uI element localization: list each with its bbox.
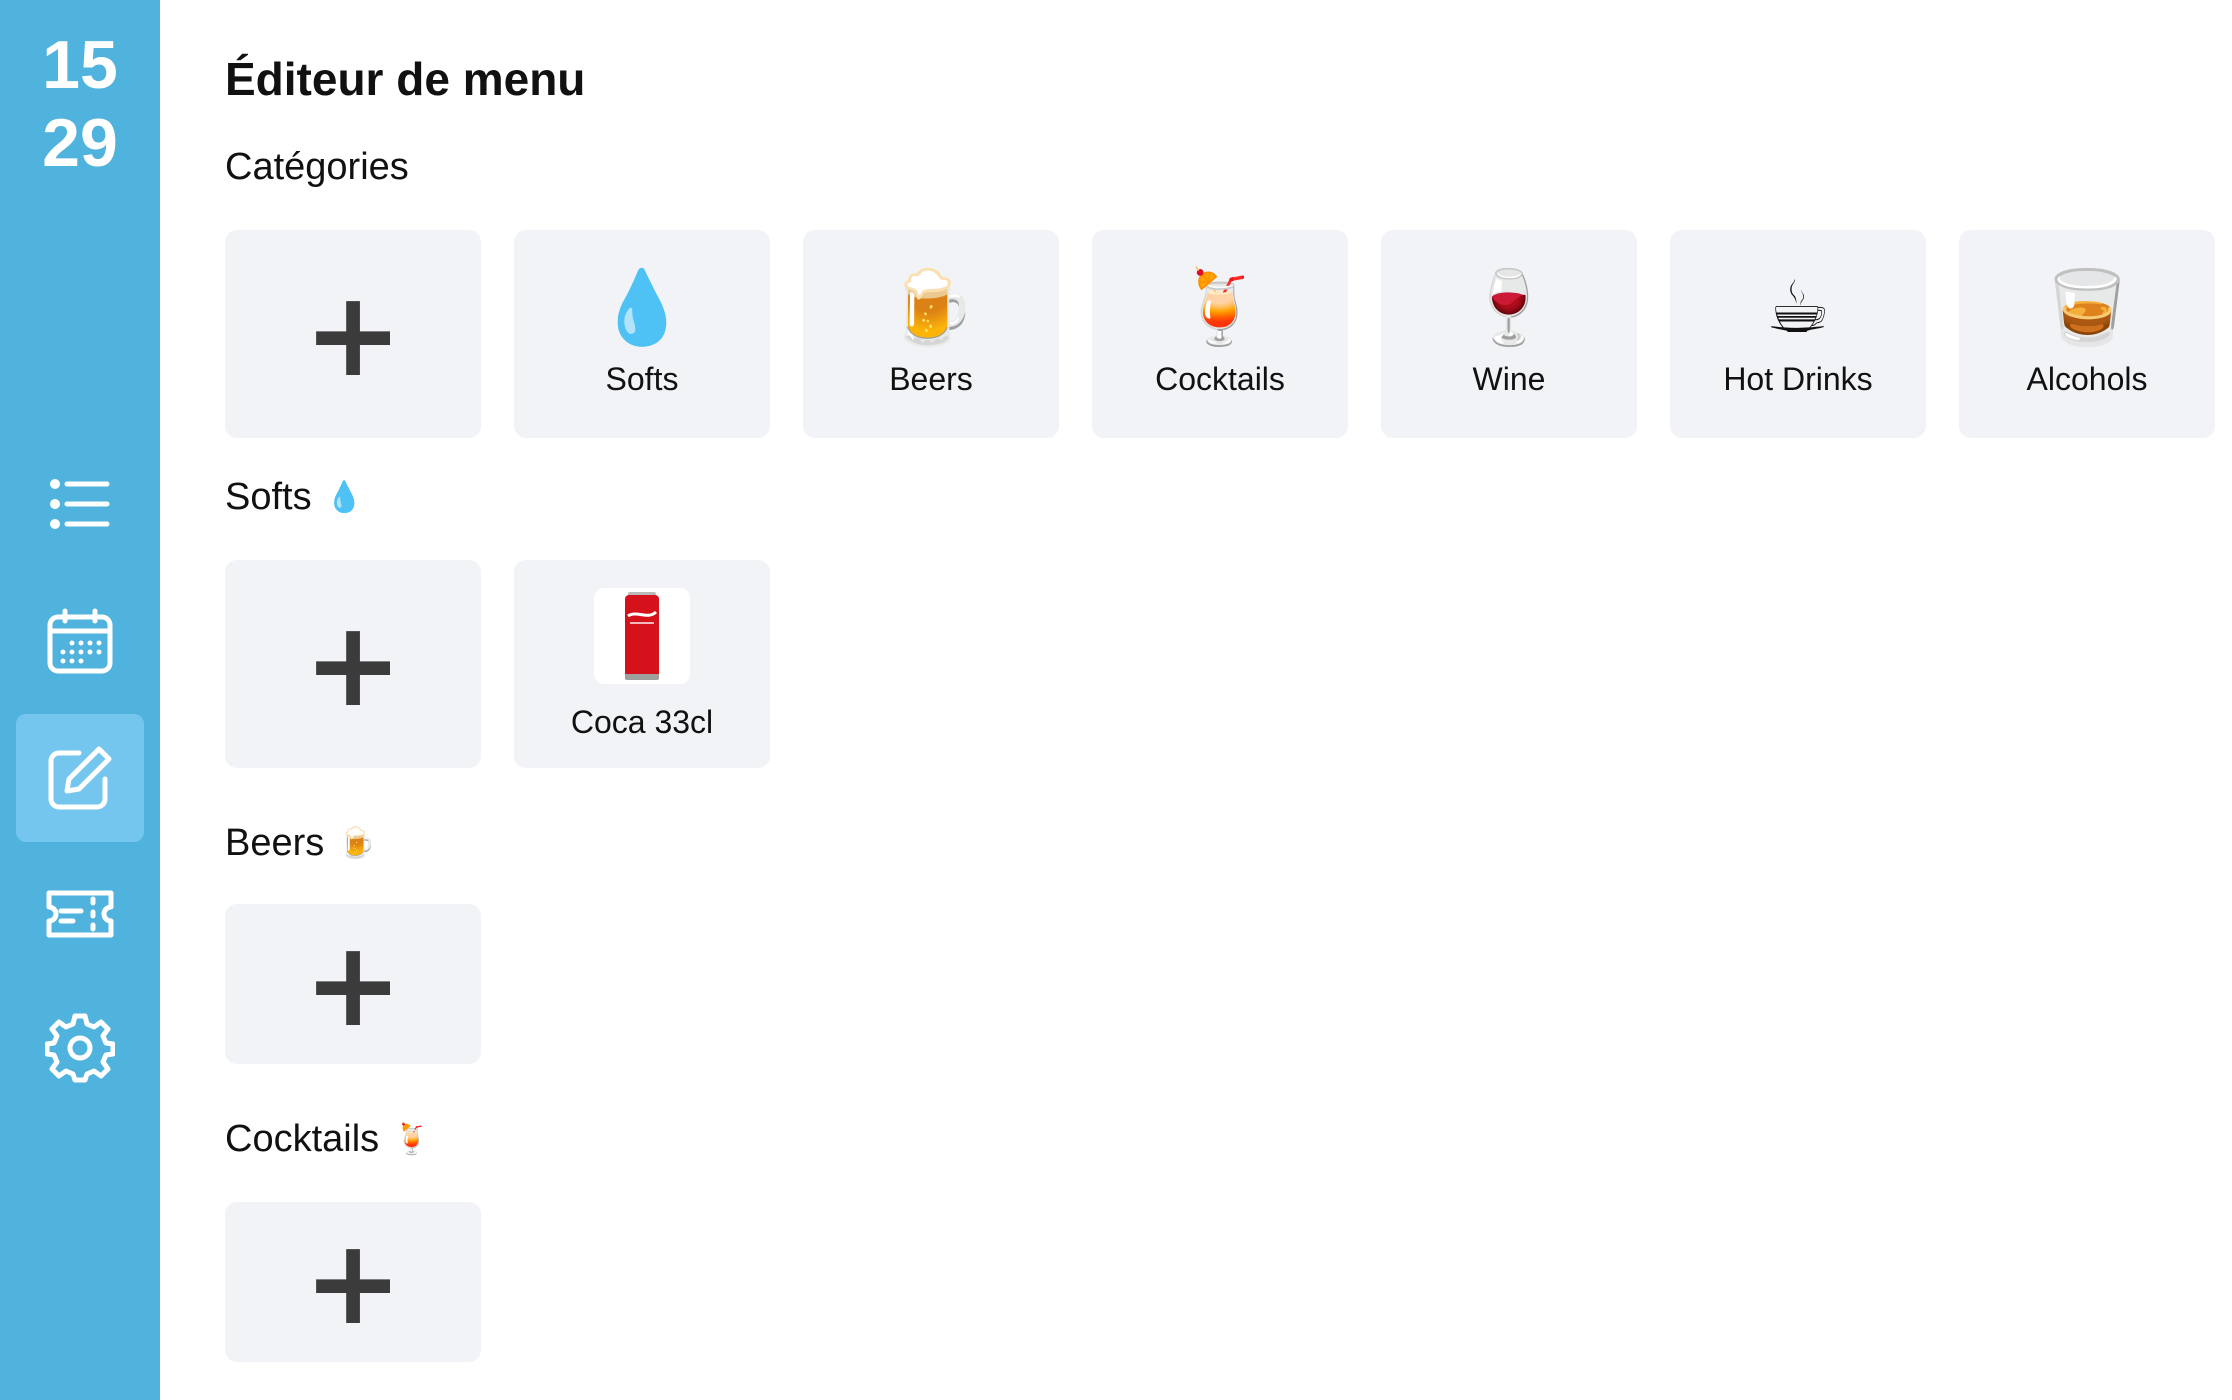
soda-can-icon: [625, 591, 659, 680]
plus-icon: +: [303, 265, 403, 403]
clock-hours: 15: [42, 27, 118, 103]
add-product-button-softs[interactable]: +: [225, 560, 481, 768]
nav-orders[interactable]: [16, 440, 144, 568]
category-label: Cocktails: [1155, 360, 1285, 397]
category-softs[interactable]: 💧 Softs: [514, 230, 770, 438]
sidebar: 15 29: [0, 0, 160, 1400]
clock-minutes: 29: [42, 105, 118, 181]
add-product-button-beers[interactable]: +: [225, 904, 481, 1064]
plus-icon: +: [303, 595, 403, 733]
coffee-cup-icon: ☕: [1765, 264, 1831, 349]
tumbler-glass-icon: 🥃: [2042, 264, 2132, 349]
categories-title-label: Catégories: [225, 146, 409, 188]
category-label: Alcohols: [2026, 360, 2148, 397]
main-content: Éditeur de menu Catégories + 💧 Softs 🍺 B…: [225, 0, 2232, 1400]
nav-tickets[interactable]: [16, 850, 144, 978]
edit-icon: [48, 746, 112, 810]
product-coca-33cl[interactable]: Coca 33cl: [514, 560, 770, 768]
plus-icon: +: [303, 915, 403, 1053]
droplet-icon: 💧: [325, 481, 363, 514]
tropical-drink-icon: 🍹: [393, 1123, 431, 1156]
category-beers[interactable]: 🍺 Beers: [803, 230, 1059, 438]
categories-title: Catégories: [225, 146, 409, 189]
category-alcohols[interactable]: 🥃 Alcohols: [1959, 230, 2215, 438]
coca-cola-can-image: [594, 587, 690, 684]
category-wine[interactable]: 🍷 Wine: [1381, 230, 1637, 438]
droplet-icon: 💧: [597, 264, 687, 349]
calendar-icon: [47, 608, 113, 674]
clock: 15 29: [0, 26, 160, 182]
category-label: Hot Drinks: [1723, 360, 1873, 397]
add-product-button-cocktails[interactable]: +: [225, 1202, 481, 1362]
list-icon: [50, 479, 110, 529]
section-title-softs: Softs 💧: [225, 476, 363, 519]
ticket-icon: [46, 890, 114, 938]
section-title-label: Softs: [225, 476, 312, 518]
nav-calendar[interactable]: [16, 578, 144, 706]
section-title-label: Cocktails: [225, 1118, 380, 1160]
gear-icon: [45, 1013, 115, 1083]
add-category-button[interactable]: +: [225, 230, 481, 438]
nav-settings[interactable]: [16, 984, 144, 1112]
category-hot-drinks[interactable]: ☕ Hot Drinks: [1670, 230, 1926, 438]
section-title-cocktails: Cocktails 🍹: [225, 1118, 431, 1161]
category-label: Softs: [605, 360, 679, 397]
category-label: Beers: [889, 360, 973, 397]
beer-mug-icon: 🍺: [338, 827, 376, 860]
section-title-beers: Beers 🍺: [225, 822, 376, 865]
category-label: Wine: [1472, 360, 1546, 397]
tropical-drink-icon: 🍹: [1175, 264, 1265, 349]
page-title: Éditeur de menu: [225, 53, 586, 105]
product-label: Coca 33cl: [570, 703, 714, 740]
category-cocktails[interactable]: 🍹 Cocktails: [1092, 230, 1348, 438]
beer-mug-icon: 🍺: [886, 264, 976, 349]
nav-menu-editor[interactable]: [16, 714, 144, 842]
wine-glass-icon: 🍷: [1464, 264, 1554, 349]
plus-icon: +: [303, 1213, 403, 1351]
section-title-label: Beers: [225, 822, 325, 864]
